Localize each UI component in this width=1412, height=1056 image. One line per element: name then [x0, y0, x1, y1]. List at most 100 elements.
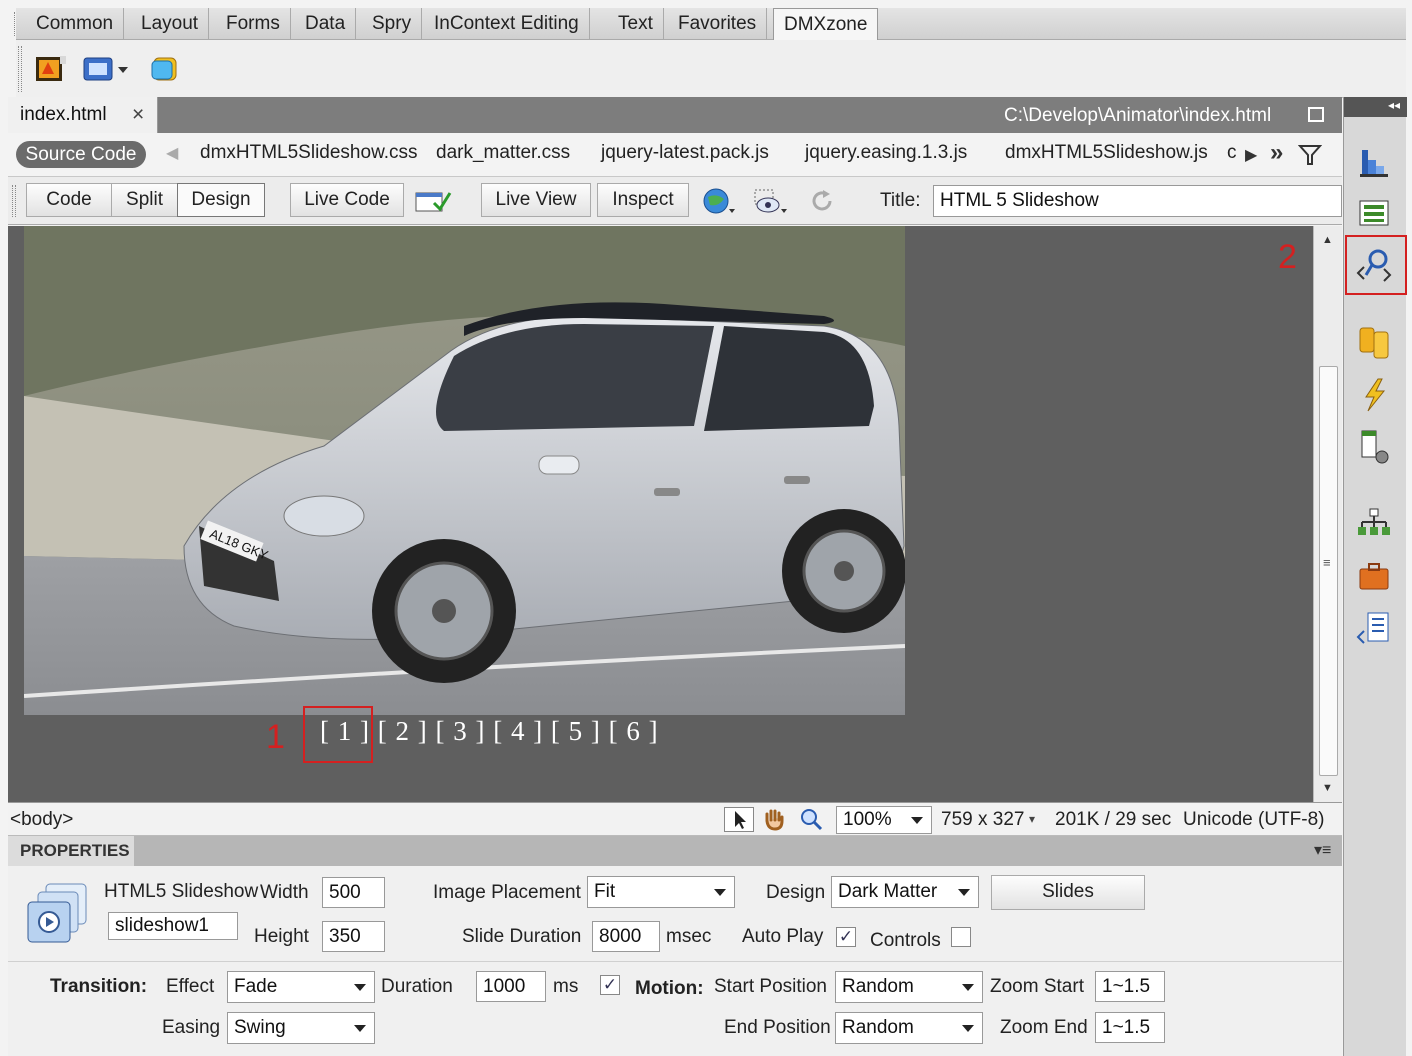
start-position-label: Start Position — [714, 976, 827, 997]
easing-select[interactable]: Swing — [227, 1012, 375, 1044]
files-icon[interactable] — [1354, 505, 1394, 545]
live-view-button[interactable]: Live View — [481, 183, 591, 217]
slideshow-icon[interactable] — [82, 54, 132, 84]
close-tab-icon[interactable]: × — [132, 103, 144, 127]
restore-window-icon[interactable] — [1308, 107, 1324, 122]
design-view-button[interactable]: Design — [177, 183, 265, 217]
end-position-value: Random — [842, 1017, 914, 1038]
chevron-down-icon — [354, 1025, 366, 1032]
slides-button[interactable]: Slides — [991, 875, 1145, 910]
tab-text[interactable]: Text — [608, 8, 664, 40]
icons-gripper — [18, 46, 22, 92]
cube-icon[interactable] — [148, 54, 182, 84]
live-code-button[interactable]: Live Code — [290, 183, 404, 217]
scroll-thumb[interactable]: ≡ — [1319, 366, 1338, 776]
controls-checkbox[interactable] — [951, 927, 971, 947]
code-inspector-icon[interactable] — [1354, 245, 1394, 285]
animator-icon[interactable] — [34, 54, 68, 84]
related-file-dmxhtml5slideshow-css[interactable]: dmxHTML5Slideshow.css — [200, 142, 418, 164]
design-select[interactable]: Dark Matter — [831, 876, 979, 908]
scroll-left-icon[interactable]: ◀ — [166, 143, 178, 163]
filter-icon[interactable] — [1297, 143, 1323, 167]
slideshow-id-input[interactable]: slideshow1 — [108, 912, 238, 940]
split-view-button[interactable]: Split — [111, 183, 178, 217]
check-browser-compat-icon[interactable] — [414, 187, 452, 215]
window-size-chevron-icon[interactable]: ▾ — [1029, 812, 1035, 826]
preview-in-browser-icon[interactable] — [702, 187, 738, 217]
behaviors-icon[interactable] — [1354, 375, 1394, 415]
tab-spry[interactable]: Spry — [362, 8, 423, 40]
design-view: AL18 GKY [ 1 ] [ 2 ] [ 3 ] [ 4 ] [ 5 ] [… — [8, 226, 1313, 802]
inspect-button[interactable]: Inspect — [597, 183, 689, 217]
select-tool-icon[interactable] — [724, 807, 754, 832]
zoom-end-input[interactable]: 1~1.5 — [1095, 1012, 1165, 1043]
zoom-tool-icon[interactable] — [798, 807, 826, 832]
related-file-dmxhtml5slideshow-js[interactable]: dmxHTML5Slideshow.js — [1005, 142, 1208, 164]
css-styles-icon[interactable] — [1354, 142, 1394, 182]
more-files-icon[interactable]: » — [1270, 139, 1283, 167]
auto-play-label: Auto Play — [742, 926, 824, 947]
tab-data[interactable]: Data — [295, 8, 357, 40]
document-path: C:\Develop\Animator\index.html — [1004, 105, 1272, 126]
scroll-up-icon[interactable]: ▲ — [1322, 234, 1333, 246]
tab-common[interactable]: Common — [26, 8, 125, 40]
start-position-select[interactable]: Random — [835, 971, 983, 1003]
auto-play-checkbox[interactable]: ✓ — [836, 927, 856, 947]
image-placement-select[interactable]: Fit — [587, 876, 735, 908]
chevron-down-icon — [911, 817, 923, 824]
width-input[interactable]: 500 — [322, 877, 385, 908]
height-input[interactable]: 350 — [322, 921, 385, 952]
related-file-overflow[interactable]: c — [1227, 142, 1237, 164]
page-title-input[interactable]: HTML 5 Slideshow — [933, 185, 1342, 217]
encoding: Unicode (UTF-8) — [1183, 809, 1325, 830]
hand-tool-icon[interactable] — [760, 807, 788, 832]
controls-label: Controls — [870, 930, 941, 951]
dreamweaver-window: Common Layout Forms Data Spry InContext … — [0, 0, 1412, 1056]
related-file-dark-matter-css[interactable]: dark_matter.css — [436, 142, 570, 164]
tab-favorites[interactable]: Favorites — [668, 8, 768, 40]
slideshow-image[interactable]: AL18 GKY — [24, 226, 905, 715]
tab-dmxzone[interactable]: DMXzone — [773, 8, 879, 41]
ap-elements-icon[interactable] — [1354, 193, 1394, 233]
properties-panel-header: PROPERTIES ▾≡ — [8, 836, 1342, 866]
html5-slideshow-widget-icon — [24, 880, 92, 948]
visual-aids-icon[interactable] — [752, 187, 790, 217]
source-code-button[interactable]: Source Code — [16, 141, 146, 168]
refresh-icon[interactable] — [808, 187, 836, 215]
tab-incontext-editing[interactable]: InContext Editing — [424, 8, 590, 40]
chevron-down-icon — [962, 984, 974, 991]
slide-duration-input[interactable]: 8000 — [592, 921, 660, 952]
document-tab[interactable]: index.html × — [8, 97, 158, 133]
collapse-panels-icon[interactable]: ◂◂ — [1388, 98, 1400, 112]
easing-label: Easing — [162, 1017, 221, 1038]
widget-name: HTML5 Slideshow — [104, 881, 259, 902]
snippets-icon[interactable] — [1354, 609, 1394, 649]
properties-divider — [8, 961, 1342, 962]
scroll-right-icon[interactable]: ▶ — [1245, 145, 1257, 165]
properties-tab[interactable]: PROPERTIES — [8, 836, 134, 866]
related-file-jquery-latest[interactable]: jquery-latest.pack.js — [601, 142, 769, 164]
end-position-select[interactable]: Random — [835, 1012, 983, 1044]
panel-options-menu-icon[interactable]: ▾≡ — [1314, 840, 1331, 860]
related-file-jquery-easing[interactable]: jquery.easing.1.3.js — [805, 142, 967, 164]
zoom-select[interactable]: 100% — [836, 806, 932, 834]
code-view-button[interactable]: Code — [26, 183, 112, 217]
insert-bar-icons — [16, 40, 1406, 98]
assets-icon[interactable] — [1354, 557, 1394, 597]
duration-input[interactable]: 1000 — [476, 971, 546, 1002]
server-behaviors-icon[interactable] — [1354, 427, 1394, 467]
databases-icon[interactable] — [1354, 322, 1394, 362]
design-vertical-scrollbar[interactable]: ▲ ≡ ▼ — [1313, 226, 1342, 802]
document-tab-label: index.html — [20, 104, 107, 125]
window-size[interactable]: 759 x 327 — [941, 809, 1024, 831]
scroll-down-icon[interactable]: ▼ — [1322, 782, 1333, 794]
chevron-down-icon — [714, 889, 726, 896]
properties-panel: HTML5 Slideshow slideshow1 Width 500 Hei… — [8, 866, 1342, 1056]
tag-selector-body[interactable]: <body> — [10, 809, 73, 831]
effect-select[interactable]: Fade — [227, 971, 375, 1003]
tab-layout[interactable]: Layout — [131, 8, 210, 40]
motion-checkbox[interactable]: ✓ — [600, 975, 620, 995]
tab-forms[interactable]: Forms — [216, 8, 291, 40]
panel-dock-header[interactable]: ◂◂ — [1344, 97, 1407, 117]
zoom-start-input[interactable]: 1~1.5 — [1095, 971, 1165, 1002]
